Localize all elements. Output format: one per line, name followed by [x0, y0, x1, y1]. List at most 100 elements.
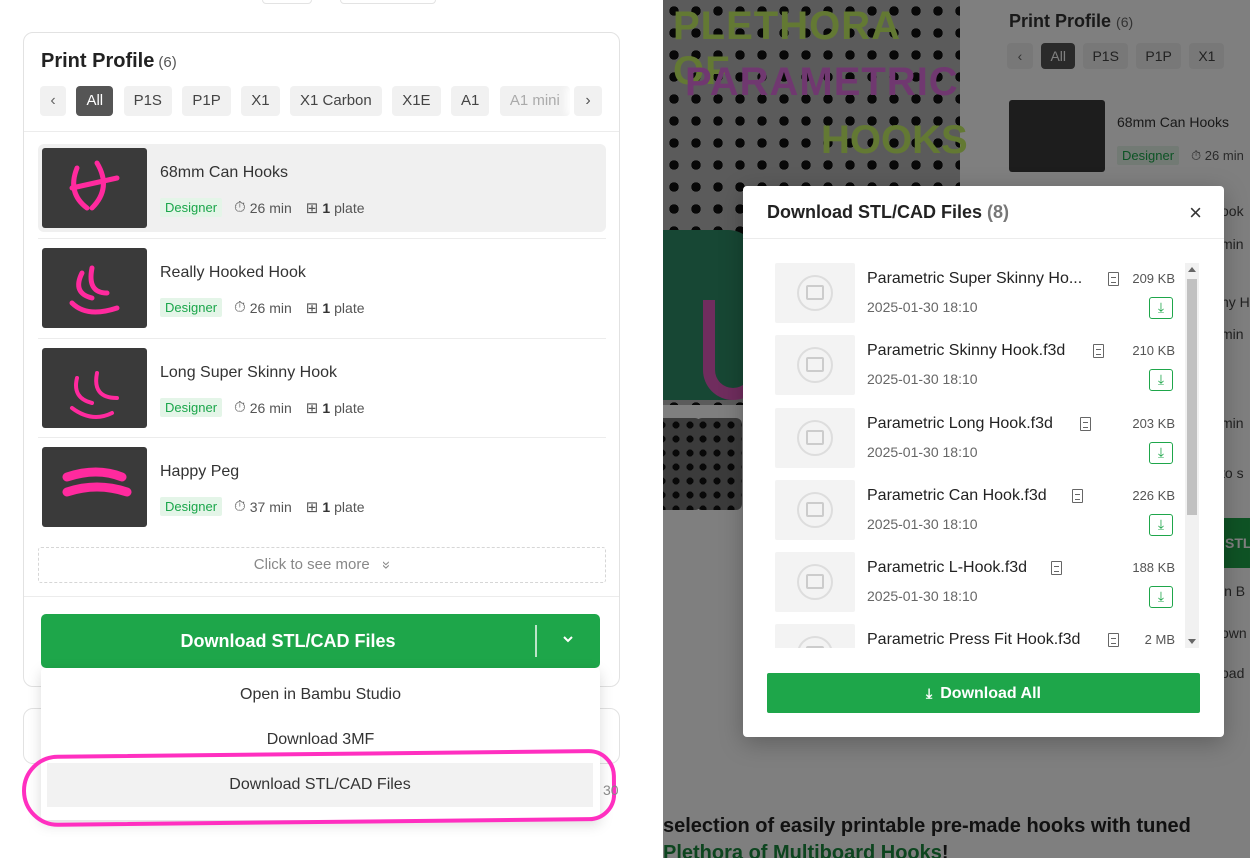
- file-name: Parametric Super Skinny Ho...: [867, 270, 1083, 287]
- chip-a1[interactable]: A1: [451, 86, 490, 116]
- profile-meta: Designer ⏱ 26 min ⊞ 1 plate: [160, 298, 365, 317]
- file-thumbnail-placeholder-icon: [775, 480, 855, 540]
- chip-x1-carbon[interactable]: X1 Carbon: [290, 86, 382, 116]
- chip-all[interactable]: All: [76, 86, 114, 116]
- file-date: 2025-01-30 18:10: [867, 371, 978, 387]
- plate-label: plate: [334, 199, 365, 216]
- file-row: Parametric Skinny Hook.f3d 210 KB 2025-0…: [775, 335, 1185, 407]
- top-edge-control[interactable]: [262, 0, 312, 4]
- download-all-label: Download All: [940, 685, 1041, 702]
- print-time: 26 min: [249, 299, 292, 316]
- clock-icon: ⏱: [234, 299, 246, 316]
- print-time: 26 min: [249, 199, 292, 216]
- chip-p1s[interactable]: P1S: [123, 86, 172, 116]
- file-list: Parametric Super Skinny Ho... 209 KB 202…: [775, 263, 1200, 648]
- download-stl-cad-button[interactable]: Download STL/CAD Files: [41, 614, 600, 668]
- stray-text: 30: [603, 782, 619, 798]
- chips-prev-icon[interactable]: ‹: [40, 86, 66, 116]
- divider: [743, 238, 1224, 239]
- scrollbar-thumb[interactable]: [1187, 279, 1197, 515]
- modal-file-count: (8): [987, 202, 1010, 222]
- profile-thumbnail: [42, 348, 147, 428]
- divider: [24, 596, 619, 597]
- plate-label: plate: [334, 399, 365, 416]
- file-date: 2025-01-30 18:10: [867, 588, 978, 604]
- chip-p1p[interactable]: P1P: [182, 86, 231, 116]
- download-icon[interactable]: ⤓: [1149, 297, 1173, 319]
- button-separator: [535, 625, 537, 657]
- clock-icon: ⏱: [234, 199, 246, 216]
- chips-next-icon[interactable]: ›: [574, 86, 602, 116]
- modal-title-text: Download STL/CAD Files: [767, 202, 983, 222]
- document-icon: [1108, 272, 1119, 286]
- document-icon: [1051, 561, 1062, 575]
- profile-thumbnail: [42, 248, 147, 328]
- file-thumbnail-placeholder-icon: [775, 335, 855, 395]
- file-row: Parametric Press Fit Hook.f3d 2 MB: [775, 624, 1185, 648]
- plate-count: 1: [322, 299, 331, 316]
- download-icon[interactable]: ⤓: [1149, 586, 1173, 608]
- plate-count: 1: [322, 199, 331, 216]
- download-icon[interactable]: ⤓: [1149, 514, 1173, 536]
- file-thumbnail-placeholder-icon: [775, 263, 855, 323]
- designer-badge: Designer: [160, 497, 223, 516]
- see-more-button[interactable]: Click to see more »: [38, 547, 606, 583]
- profile-meta: Designer ⏱ 26 min ⊞ 1 plate: [160, 198, 365, 217]
- profile-meta: Designer ⏱ 26 min ⊞ 1 plate: [160, 398, 365, 417]
- plate-icon: ⊞: [305, 399, 319, 417]
- download-icon[interactable]: ⤓: [1149, 442, 1173, 464]
- profile-item[interactable]: Really Hooked Hook Designer ⏱ 26 min ⊞ 1 pl…: [38, 244, 606, 332]
- highlight-annotation: [21, 748, 617, 828]
- profile-thumbnail: [42, 148, 147, 228]
- chevron-down-icon[interactable]: [557, 630, 579, 652]
- top-edge-control[interactable]: [340, 0, 436, 4]
- print-time: 37 min: [249, 498, 292, 515]
- plate-count: 1: [322, 498, 331, 515]
- file-row: Parametric L-Hook.f3d 188 KB 2025-01-30 …: [775, 552, 1185, 624]
- divider: [24, 131, 619, 132]
- designer-badge: Designer: [160, 398, 223, 417]
- file-size: 209 KB: [1132, 271, 1175, 286]
- profile-item[interactable]: 68mm Can Hooks Designer ⏱ 26 min ⊞ 1 plate: [38, 144, 606, 232]
- file-date: 2025-01-30 18:10: [867, 299, 978, 315]
- divider: [38, 338, 606, 339]
- plate-count: 1: [322, 399, 331, 416]
- menu-item-open-bambu-studio[interactable]: Open in Bambu Studio: [41, 673, 600, 717]
- file-date: 2025-01-30 18:10: [867, 516, 978, 532]
- double-chevron-down-icon: »: [378, 560, 396, 570]
- plate-label: plate: [334, 299, 365, 316]
- document-icon: [1072, 489, 1083, 503]
- close-icon[interactable]: ×: [1189, 202, 1202, 224]
- print-profile-count: (6): [158, 54, 177, 71]
- document-icon: [1108, 633, 1119, 647]
- file-name: Parametric Press Fit Hook.f3d: [867, 631, 1081, 648]
- plate-label: plate: [334, 498, 365, 515]
- file-size: 226 KB: [1132, 488, 1175, 503]
- file-row: Parametric Long Hook.f3d 203 KB 2025-01-…: [775, 408, 1185, 480]
- divider: [38, 437, 606, 438]
- download-icon[interactable]: ⤓: [1149, 369, 1173, 391]
- chip-x1[interactable]: X1: [241, 86, 280, 116]
- profile-item[interactable]: Happy Peg Designer ⏱ 37 min ⊞ 1 plate: [38, 443, 606, 531]
- print-time: 26 min: [249, 399, 292, 416]
- designer-badge: Designer: [160, 298, 223, 317]
- file-list-scrollbar[interactable]: [1185, 263, 1199, 648]
- download-button-label: Download STL/CAD Files: [180, 631, 396, 651]
- file-name: Parametric L-Hook.f3d: [867, 559, 1028, 576]
- document-icon: [1093, 344, 1104, 358]
- profile-name: Really Hooked Hook: [160, 264, 306, 281]
- chip-a1-mini[interactable]: A1 mini: [499, 86, 570, 116]
- profile-item[interactable]: Long Super Skinny Hook Designer ⏱ 26 min …: [38, 344, 606, 432]
- scroll-up-icon[interactable]: [1188, 267, 1196, 272]
- profile-thumbnail: [42, 447, 147, 527]
- download-all-button[interactable]: ⤓ Download All: [767, 673, 1200, 713]
- file-thumbnail-placeholder-icon: [775, 408, 855, 468]
- file-row: Parametric Can Hook.f3d 226 KB 2025-01-3…: [775, 480, 1185, 552]
- file-size: 203 KB: [1132, 416, 1175, 431]
- file-name: Parametric Skinny Hook.f3d: [867, 342, 1066, 359]
- plate-icon: ⊞: [305, 299, 319, 317]
- scroll-down-icon[interactable]: [1188, 639, 1196, 644]
- clock-icon: ⏱: [234, 498, 246, 515]
- file-name: Parametric Can Hook.f3d: [867, 487, 1047, 504]
- chip-x1e[interactable]: X1E: [392, 86, 441, 116]
